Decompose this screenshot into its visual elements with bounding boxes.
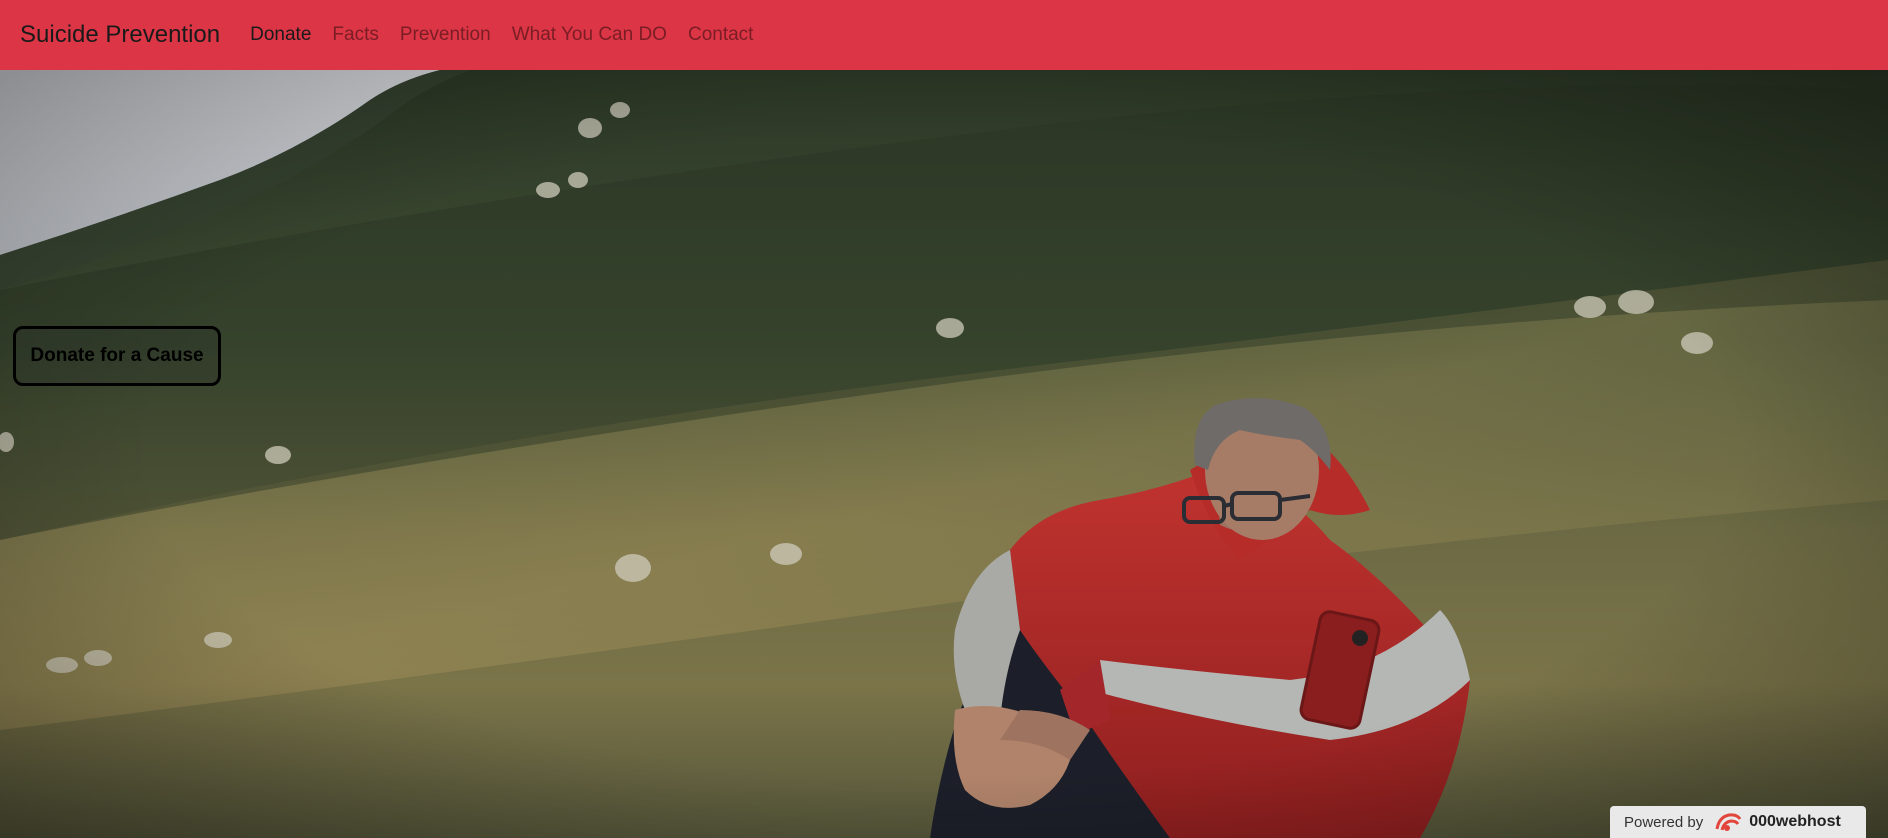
powered-by-badge[interactable]: Powered by 000webhost — [1610, 806, 1866, 838]
webhost-brand-label: 000webhost — [1749, 813, 1841, 830]
donate-for-cause-button[interactable]: Donate for a Cause — [13, 326, 221, 386]
site-brand-link[interactable]: Suicide Prevention — [20, 21, 220, 49]
nav-link-donate[interactable]: Donate — [250, 24, 311, 46]
nav-link-prevention[interactable]: Prevention — [400, 24, 491, 46]
powered-by-label: Powered by — [1624, 813, 1704, 831]
nav-link-contact[interactable]: Contact — [688, 24, 753, 46]
hero-section: Donate for a Cause — [0, 70, 1888, 838]
nav-link-facts[interactable]: Facts — [332, 24, 378, 46]
nav-link-what-you-can-do[interactable]: What You Can DO — [512, 24, 667, 46]
nav-links: Donate Facts Prevention What You Can DO … — [250, 24, 774, 46]
webhost-logo-icon — [1713, 811, 1743, 833]
hero-background-image — [0, 70, 1888, 838]
top-navbar: Suicide Prevention Donate Facts Preventi… — [0, 0, 1888, 70]
